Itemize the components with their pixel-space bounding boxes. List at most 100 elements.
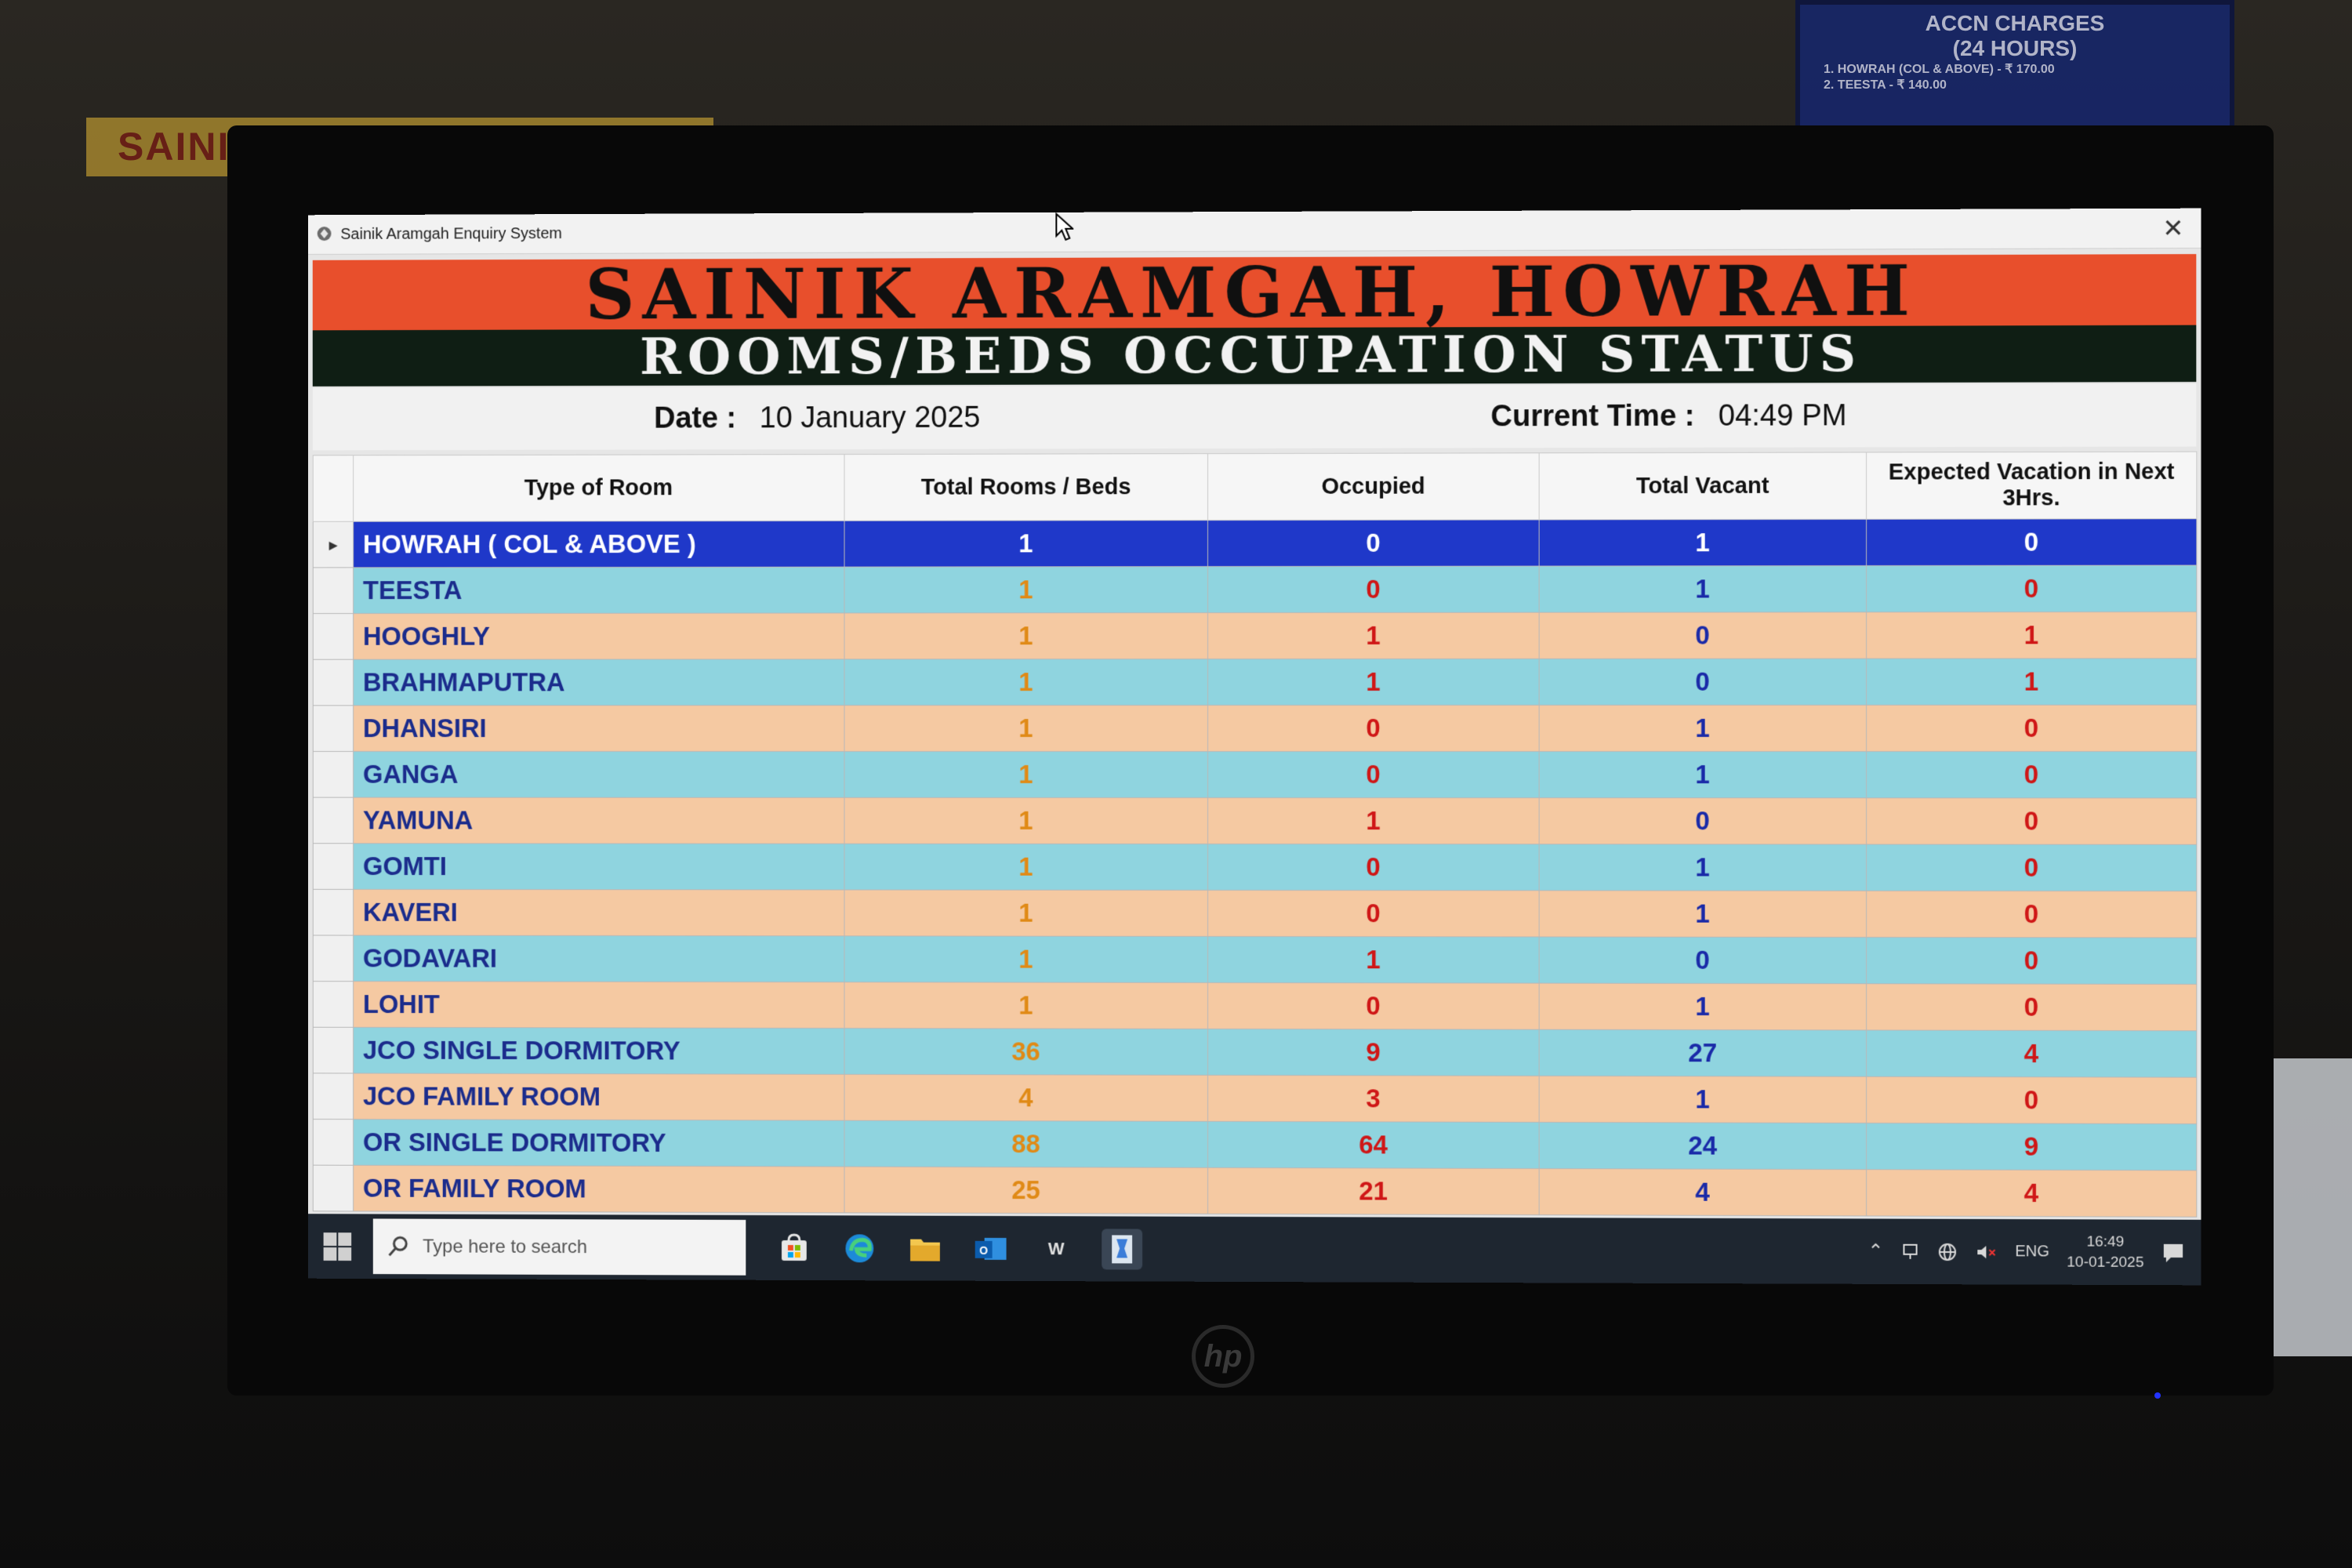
table-row[interactable]: KAVERI 1 0 1 0: [313, 889, 2197, 938]
room-type-cell[interactable]: KAVERI: [353, 889, 845, 936]
store-icon[interactable]: [774, 1228, 815, 1269]
room-type-cell[interactable]: TEESTA: [353, 567, 845, 614]
vacant-cell[interactable]: 0: [1539, 936, 1867, 984]
close-button[interactable]: ✕: [2157, 212, 2190, 245]
room-type-cell[interactable]: GODAVARI: [353, 935, 845, 982]
occupied-cell[interactable]: 21: [1207, 1167, 1540, 1215]
room-type-cell[interactable]: HOOGHLY: [353, 612, 845, 660]
windows-start-icon[interactable]: [322, 1231, 354, 1262]
room-type-cell[interactable]: JCO FAMILY ROOM: [353, 1073, 845, 1121]
room-type-cell[interactable]: BRAHMAPUTRA: [353, 659, 845, 706]
total-cell[interactable]: 1: [844, 844, 1208, 891]
expected-vacation-cell[interactable]: 1: [1866, 658, 2197, 706]
total-cell[interactable]: 1: [844, 982, 1208, 1029]
total-cell[interactable]: 25: [844, 1167, 1208, 1214]
language-indicator[interactable]: ENG: [2015, 1243, 2049, 1261]
occupied-cell[interactable]: 64: [1207, 1121, 1540, 1169]
total-cell[interactable]: 88: [844, 1120, 1208, 1168]
table-row[interactable]: GODAVARI 1 1 0 0: [313, 935, 2197, 985]
expected-vacation-cell[interactable]: 4: [1866, 1029, 2197, 1078]
occupied-cell[interactable]: 0: [1207, 844, 1540, 891]
file-explorer-icon[interactable]: [905, 1229, 946, 1269]
globe-icon[interactable]: [1937, 1241, 1958, 1261]
row-header[interactable]: [313, 935, 354, 982]
row-header[interactable]: [313, 705, 354, 752]
room-type-cell[interactable]: OR SINGLE DORMITORY: [353, 1119, 845, 1167]
expected-vacation-cell[interactable]: 0: [1866, 844, 2197, 891]
total-cell[interactable]: 4: [844, 1074, 1208, 1122]
vacant-cell[interactable]: 0: [1539, 612, 1867, 659]
room-type-cell[interactable]: OR FAMILY ROOM: [353, 1165, 845, 1213]
expected-vacation-cell[interactable]: 0: [1866, 937, 2197, 985]
vacant-cell[interactable]: 4: [1539, 1168, 1867, 1216]
total-cell[interactable]: 1: [844, 705, 1208, 752]
room-type-cell[interactable]: HOWRAH ( COL & ABOVE ): [353, 521, 845, 568]
total-cell[interactable]: 1: [844, 566, 1208, 613]
row-header[interactable]: [313, 751, 354, 798]
row-header[interactable]: [313, 1073, 354, 1120]
total-cell[interactable]: 36: [844, 1028, 1208, 1076]
outlook-icon[interactable]: O: [971, 1229, 1011, 1269]
volume-muted-icon[interactable]: [1976, 1243, 1998, 1261]
row-header[interactable]: [313, 1165, 354, 1211]
table-row[interactable]: OR SINGLE DORMITORY 88 64 24 9: [313, 1119, 2197, 1171]
occupancy-grid[interactable]: Type of Room Total Rooms / Beds Occupied…: [313, 452, 2198, 1218]
room-type-cell[interactable]: LOHIT: [353, 981, 845, 1029]
table-row[interactable]: ▸ HOWRAH ( COL & ABOVE ) 1 0 1 0: [313, 518, 2197, 568]
total-cell[interactable]: 1: [844, 751, 1208, 798]
vacant-cell[interactable]: 1: [1539, 983, 1867, 1030]
occupied-cell[interactable]: 0: [1207, 982, 1540, 1030]
expected-vacation-cell[interactable]: 4: [1866, 1169, 2197, 1218]
row-header[interactable]: ▸: [313, 521, 354, 568]
network-icon[interactable]: [1901, 1242, 1920, 1261]
total-cell[interactable]: 1: [844, 797, 1208, 844]
vacant-cell[interactable]: 0: [1539, 659, 1867, 706]
table-row[interactable]: JCO SINGLE DORMITORY 36 9 27 4: [313, 1027, 2197, 1078]
occupied-cell[interactable]: 0: [1207, 705, 1540, 752]
chevron-up-icon[interactable]: ⌃: [1867, 1240, 1883, 1263]
room-type-cell[interactable]: YAMUNA: [353, 797, 845, 844]
vacant-cell[interactable]: 27: [1539, 1029, 1867, 1077]
column-header[interactable]: Type of Room: [353, 454, 845, 522]
occupied-cell[interactable]: 1: [1207, 612, 1540, 659]
occupied-cell[interactable]: 0: [1207, 519, 1540, 567]
edge-icon[interactable]: [840, 1228, 880, 1269]
total-cell[interactable]: 1: [844, 935, 1208, 983]
expected-vacation-cell[interactable]: 1: [1866, 612, 2197, 659]
row-header[interactable]: [313, 1119, 354, 1166]
vacant-cell[interactable]: 1: [1539, 565, 1867, 613]
expected-vacation-cell[interactable]: 0: [1866, 983, 2197, 1031]
row-header[interactable]: [313, 613, 354, 660]
occupied-cell[interactable]: 0: [1207, 566, 1540, 613]
table-row[interactable]: DHANSIRI 1 0 1 0: [313, 705, 2197, 752]
row-header[interactable]: [313, 567, 354, 614]
table-row[interactable]: YAMUNA 1 1 0 0: [313, 797, 2197, 845]
expected-vacation-cell[interactable]: 0: [1866, 705, 2197, 752]
total-cell[interactable]: 1: [844, 659, 1208, 706]
expected-vacation-cell[interactable]: 0: [1866, 518, 2197, 566]
vacant-cell[interactable]: 24: [1539, 1122, 1867, 1170]
occupied-cell[interactable]: 1: [1207, 936, 1540, 984]
table-row[interactable]: JCO FAMILY ROOM 4 3 1 0: [313, 1073, 2197, 1124]
room-type-cell[interactable]: DHANSIRI: [353, 705, 845, 752]
vacant-cell[interactable]: 0: [1539, 797, 1867, 845]
total-cell[interactable]: 1: [844, 890, 1208, 937]
vacant-cell[interactable]: 1: [1539, 1076, 1867, 1123]
total-cell[interactable]: 1: [844, 612, 1208, 659]
column-header[interactable]: Expected Vacation in Next 3Hrs.: [1866, 452, 2197, 520]
occupied-cell[interactable]: 3: [1207, 1075, 1540, 1123]
expected-vacation-cell[interactable]: 0: [1866, 1076, 2197, 1124]
vacant-cell[interactable]: 1: [1539, 890, 1867, 938]
row-header[interactable]: [313, 1027, 354, 1073]
row-header[interactable]: [313, 797, 354, 844]
taskbar-search[interactable]: Type here to search: [372, 1218, 746, 1276]
expected-vacation-cell[interactable]: 0: [1866, 797, 2197, 845]
table-row[interactable]: OR FAMILY ROOM 25 21 4 4: [313, 1165, 2197, 1218]
room-type-cell[interactable]: JCO SINGLE DORMITORY: [353, 1027, 845, 1075]
expected-vacation-cell[interactable]: 0: [1866, 891, 2197, 938]
table-row[interactable]: BRAHMAPUTRA 1 1 0 1: [313, 658, 2197, 706]
table-row[interactable]: LOHIT 1 0 1 0: [313, 981, 2197, 1031]
vacant-cell[interactable]: 1: [1539, 844, 1867, 891]
system-clock[interactable]: 16:49 10-01-2025: [2067, 1232, 2143, 1273]
vacant-cell[interactable]: 1: [1539, 519, 1867, 567]
